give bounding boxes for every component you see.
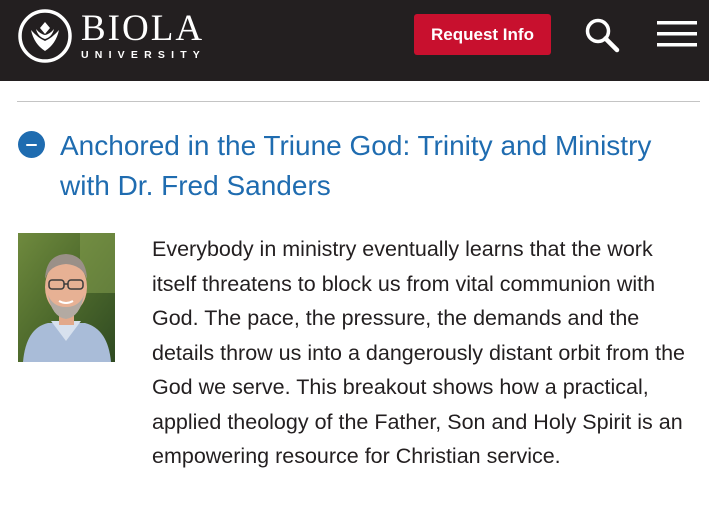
hamburger-menu-icon[interactable] <box>657 19 697 49</box>
request-info-button[interactable]: Request Info <box>414 14 551 55</box>
biola-emblem-icon <box>18 9 72 63</box>
logo-name: BIOLA <box>81 8 205 49</box>
site-header: BIOLA UNIVERSITY Request Info <box>0 0 709 81</box>
section-divider <box>17 101 700 102</box>
collapse-toggle-icon[interactable] <box>18 131 45 158</box>
search-icon[interactable] <box>584 17 620 53</box>
speaker-photo <box>18 233 115 362</box>
logo-wordmark: BIOLA UNIVERSITY <box>81 8 207 61</box>
section-description: Everybody in ministry eventually learns … <box>152 237 686 468</box>
logo-subtitle: UNIVERSITY <box>81 49 207 61</box>
accordion-title[interactable]: Anchored in the Triune God: Trinity and … <box>60 126 705 206</box>
biola-logo[interactable]: BIOLA UNIVERSITY <box>17 7 227 65</box>
